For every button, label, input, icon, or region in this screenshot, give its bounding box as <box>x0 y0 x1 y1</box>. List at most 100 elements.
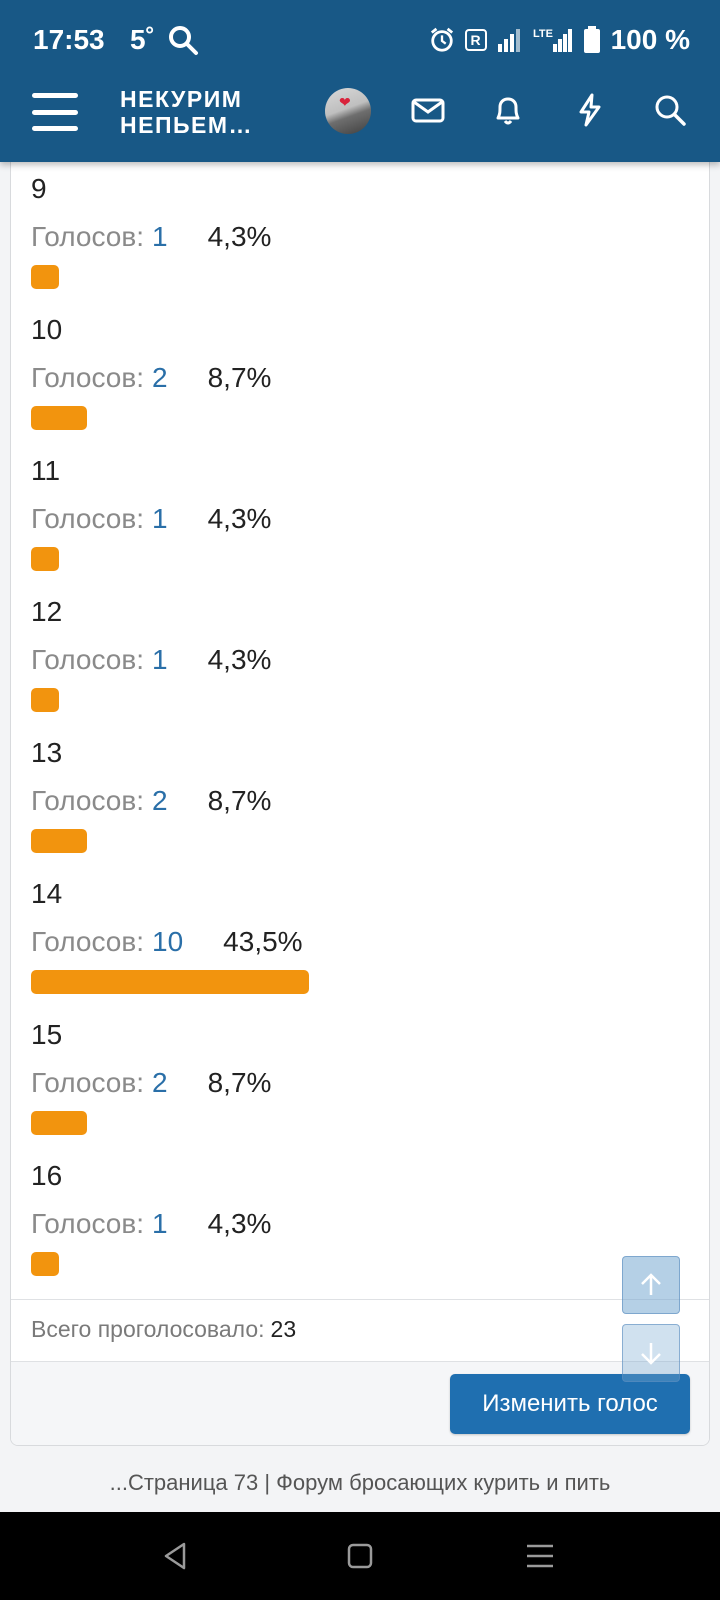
poll-option-stats: Голосов: 1 4,3% <box>31 1208 271 1240</box>
page-caption: ...Страница 73 | Форум бросающих курить … <box>109 1470 611 1495</box>
poll-option-label: 13 <box>31 737 63 768</box>
status-bar: 17:53 5˚ R LTE 100 % <box>0 0 720 82</box>
votes-label: Голосов: <box>31 503 145 534</box>
vote-bar-track <box>31 688 671 712</box>
vote-bar-track <box>31 1252 671 1276</box>
poll-option-label: 14 <box>31 878 63 909</box>
search-icon[interactable] <box>652 92 688 128</box>
heart-icon: ❤ <box>339 94 351 110</box>
votes-percent: 43,5% <box>223 926 303 957</box>
menu-line <box>32 109 78 115</box>
poll-option-stats: Голосов: 1 4,3% <box>31 503 271 535</box>
votes-count-link[interactable]: 1 <box>152 503 168 535</box>
votes-count-link[interactable]: 1 <box>152 644 168 676</box>
signal-icon <box>497 29 520 52</box>
app-bar: НЕКУРИМ НЕПЬЕМ… ❤ <box>0 82 720 162</box>
votes-percent: 4,3% <box>207 644 272 675</box>
roaming-badge: R <box>464 29 487 51</box>
scroll-top-button[interactable] <box>622 1256 680 1314</box>
total-votes-label: Всего проголосовало: <box>31 1316 265 1342</box>
vote-bar-fill <box>31 1111 87 1135</box>
arrow-up-icon <box>641 1273 661 1295</box>
bell-icon[interactable] <box>490 92 526 128</box>
votes-label: Голосов: <box>31 926 145 957</box>
poll-option: 13 Голосов: 2 8,7% <box>31 737 691 878</box>
lte-signal-icon: LTE <box>533 28 572 52</box>
lightning-icon[interactable] <box>572 92 608 128</box>
votes-label: Голосов: <box>31 362 145 393</box>
votes-label: Голосов: <box>31 1208 145 1239</box>
poll-option: 16 Голосов: 1 4,3% <box>31 1160 691 1301</box>
poll-option-stats: Голосов: 10 43,5% <box>31 926 303 958</box>
logo-line-1: НЕКУРИМ <box>120 86 243 112</box>
votes-label: Голосов: <box>31 1067 145 1098</box>
vote-bar-track <box>31 265 671 289</box>
site-logo[interactable]: НЕКУРИМ НЕПЬЕМ… <box>120 86 253 138</box>
change-vote-button[interactable]: Изменить голос <box>450 1374 690 1434</box>
home-icon[interactable] <box>344 1540 376 1572</box>
status-temperature: 5˚ <box>130 24 155 55</box>
header: 17:53 5˚ R LTE 100 % НЕКУРИМ НЕПЬЕМ… ❤ <box>0 0 720 162</box>
battery-icon <box>583 26 600 53</box>
vote-bar-fill <box>31 1252 59 1276</box>
vote-bar-fill <box>31 265 59 289</box>
vote-bar-fill <box>31 970 309 994</box>
poll-option: 14 Голосов: 10 43,5% <box>31 878 691 1019</box>
votes-percent: 8,7% <box>207 785 272 816</box>
battery-percentage: 100 % <box>610 24 690 55</box>
poll-option-stats: Голосов: 2 8,7% <box>31 362 271 394</box>
recent-apps-icon[interactable] <box>524 1540 556 1572</box>
poll-option-label: 9 <box>31 173 47 204</box>
poll-option-label: 10 <box>31 314 63 345</box>
total-votes-value: 23 <box>270 1316 297 1342</box>
votes-count-link[interactable]: 1 <box>152 221 168 253</box>
svg-text:LTE: LTE <box>533 28 553 40</box>
search-status-icon <box>169 26 198 55</box>
votes-label: Голосов: <box>31 785 145 816</box>
votes-percent: 4,3% <box>207 1208 272 1239</box>
poll-option-label: 12 <box>31 596 63 627</box>
votes-percent: 4,3% <box>207 503 272 534</box>
votes-count-link[interactable]: 2 <box>152 785 168 817</box>
vote-bar-track <box>31 406 671 430</box>
poll-option-stats: Голосов: 1 4,3% <box>31 221 271 253</box>
poll-option-stats: Голосов: 2 8,7% <box>31 1067 271 1099</box>
vote-bar-fill <box>31 829 87 853</box>
poll-option-label: 11 <box>31 455 61 486</box>
poll-option: 11 Голосов: 1 4,3% <box>31 455 691 596</box>
menu-line <box>32 126 78 131</box>
scroll-bottom-button[interactable] <box>622 1324 680 1382</box>
vote-bar-track <box>31 547 671 571</box>
poll-option-label: 15 <box>31 1019 63 1050</box>
envelope-icon[interactable] <box>410 92 446 128</box>
poll-option-stats: Голосов: 2 8,7% <box>31 785 271 817</box>
system-nav-bar <box>0 1512 720 1600</box>
alarm-icon <box>430 27 453 52</box>
poll-option-stats: Голосов: 1 4,3% <box>31 644 271 676</box>
votes-count-link[interactable]: 2 <box>152 1067 168 1099</box>
total-votes-row: Всего проголосовало: 23 <box>11 1299 709 1361</box>
poll-options-list: 9 Голосов: 1 4,3% 10 Голосов: 2 8,7% 11 Голосов: 1… <box>31 173 691 1301</box>
votes-percent: 8,7% <box>207 362 272 393</box>
arrow-down-icon <box>641 1343 661 1365</box>
poll-card: 9 Голосов: 1 4,3% 10 Голосов: 2 8,7% 11 Голосов: 1… <box>10 150 710 1446</box>
status-right: R LTE 100 % <box>429 24 690 56</box>
vote-bar-fill <box>31 406 87 430</box>
status-time: 17:53 <box>33 24 105 55</box>
vote-bar-track <box>31 970 671 994</box>
vote-bar-track <box>31 1111 671 1135</box>
poll-footer: Изменить голос <box>11 1361 709 1445</box>
votes-label: Голосов: <box>31 221 145 252</box>
votes-count-link[interactable]: 1 <box>152 1208 168 1240</box>
poll-option: 12 Голосов: 1 4,3% <box>31 596 691 737</box>
votes-label: Голосов: <box>31 644 145 675</box>
poll-option: 10 Голосов: 2 8,7% <box>31 314 691 455</box>
votes-count-link[interactable]: 2 <box>152 362 168 394</box>
votes-percent: 8,7% <box>207 1067 272 1098</box>
vote-bar-track <box>31 829 671 853</box>
user-avatar[interactable]: ❤ <box>325 88 371 134</box>
back-icon[interactable] <box>160 1540 192 1572</box>
votes-percent: 4,3% <box>207 221 272 252</box>
menu-icon[interactable] <box>32 90 78 134</box>
votes-count-link[interactable]: 10 <box>152 926 183 958</box>
